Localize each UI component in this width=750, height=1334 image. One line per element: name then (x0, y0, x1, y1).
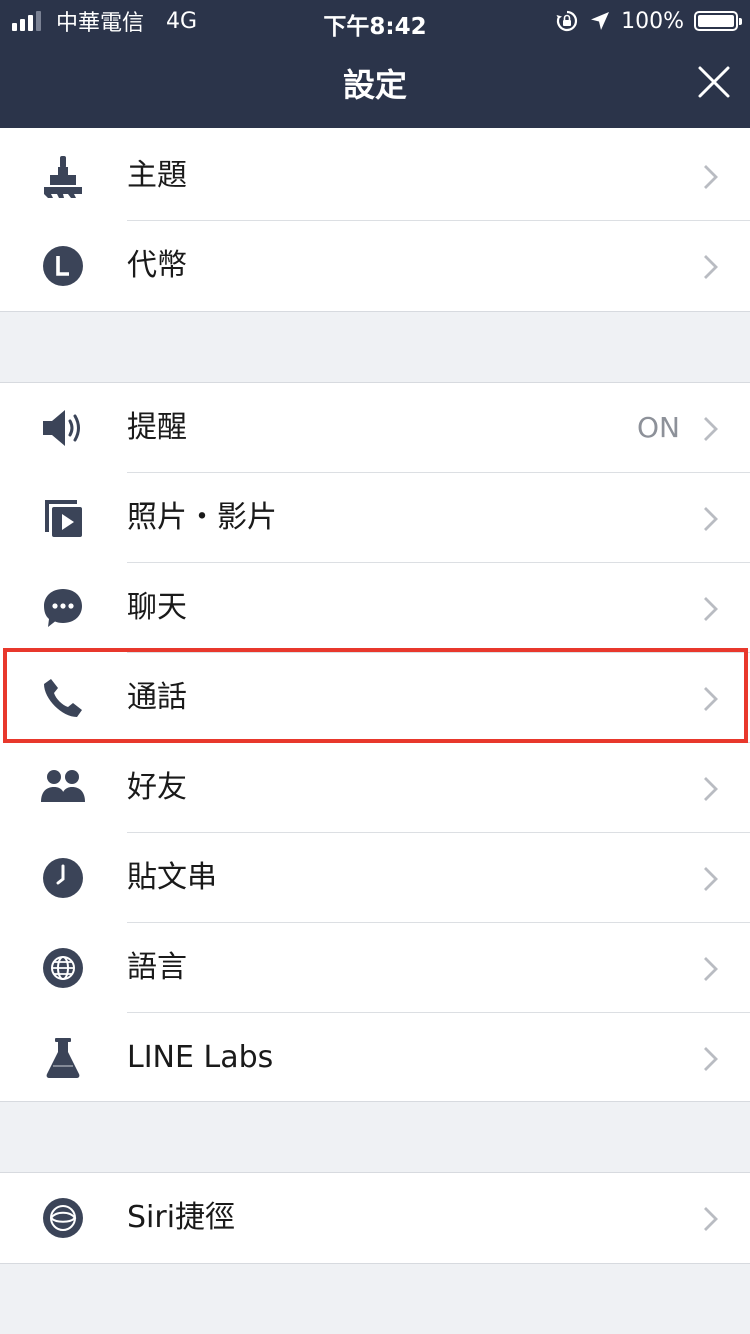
settings-item-label: 貼文串 (127, 860, 217, 895)
battery-icon (694, 11, 742, 31)
location-arrow-icon (591, 12, 610, 30)
globe-icon (43, 948, 83, 988)
settings-item-label: 語言 (127, 950, 187, 985)
close-icon[interactable] (694, 62, 734, 102)
settings-item-chats[interactable]: 聊天 (0, 563, 750, 653)
settings-item-label: 提醒 (127, 410, 187, 445)
settings-screen: 中華電信 4G 下午8:42 100% 設定 主題 代幣 提醒 ON 照片・影片… (0, 0, 750, 1334)
section-shortcuts: Siri捷徑 (0, 1172, 750, 1264)
settings-item-line-labs[interactable]: LINE Labs (0, 1013, 750, 1103)
settings-item-label: 好友 (127, 770, 187, 805)
battery-percent: 100% (621, 8, 684, 34)
page-title: 設定 (342, 66, 407, 104)
settings-item-label: LINE Labs (127, 1040, 274, 1075)
brush-icon (44, 156, 82, 198)
settings-item-label: 聊天 (127, 590, 187, 625)
status-right: 100% (555, 7, 742, 35)
chevron-right-icon (704, 255, 718, 279)
chat-bubble-icon (44, 589, 82, 627)
settings-item-language[interactable]: 語言 (0, 923, 750, 1013)
clock-icon (43, 858, 83, 898)
settings-item-photos-videos[interactable]: 照片・影片 (0, 473, 750, 563)
settings-item-notifications[interactable]: 提醒 ON (0, 383, 750, 473)
coin-icon (43, 246, 83, 286)
siri-icon (43, 1198, 83, 1238)
chevron-right-icon (704, 1207, 718, 1231)
settings-item-label: 通話 (127, 680, 187, 715)
chevron-right-icon (704, 597, 718, 621)
settings-item-label: 主題 (127, 158, 187, 193)
chevron-right-icon (704, 507, 718, 531)
settings-item-friends[interactable]: 好友 (0, 743, 750, 833)
friends-icon (41, 770, 85, 802)
photo-video-icon (45, 500, 82, 537)
chevron-right-icon (704, 1047, 718, 1071)
settings-item-coins[interactable]: 代幣 (0, 221, 750, 311)
battery-fill (698, 15, 734, 27)
settings-item-label: 代幣 (127, 248, 187, 283)
settings-item-calls[interactable]: 通話 (0, 653, 750, 743)
settings-item-label: Siri捷徑 (127, 1200, 236, 1235)
settings-item-siri-shortcuts[interactable]: Siri捷徑 (0, 1173, 750, 1263)
section-appearance: 主題 代幣 (0, 128, 750, 312)
settings-item-theme[interactable]: 主題 (0, 131, 750, 221)
chevron-right-icon (704, 957, 718, 981)
chevron-right-icon (704, 687, 718, 711)
header: 中華電信 4G 下午8:42 100% 設定 (0, 0, 750, 128)
chevron-right-icon (704, 777, 718, 801)
rotation-lock-icon (556, 10, 578, 32)
speaker-icon (43, 410, 80, 446)
flask-icon (46, 1038, 80, 1078)
phone-icon (44, 679, 82, 717)
section-general: 提醒 ON 照片・影片 聊天 通話 好友 貼文串 語言 LINE Labs (0, 382, 750, 1102)
chevron-right-icon (704, 165, 718, 189)
chevron-right-icon (704, 417, 718, 441)
settings-item-timeline[interactable]: 貼文串 (0, 833, 750, 923)
status-bar: 中華電信 4G 下午8:42 100% (0, 0, 750, 40)
notifications-status-value: ON (637, 411, 680, 444)
settings-item-label: 照片・影片 (127, 500, 277, 535)
chevron-right-icon (704, 867, 718, 891)
